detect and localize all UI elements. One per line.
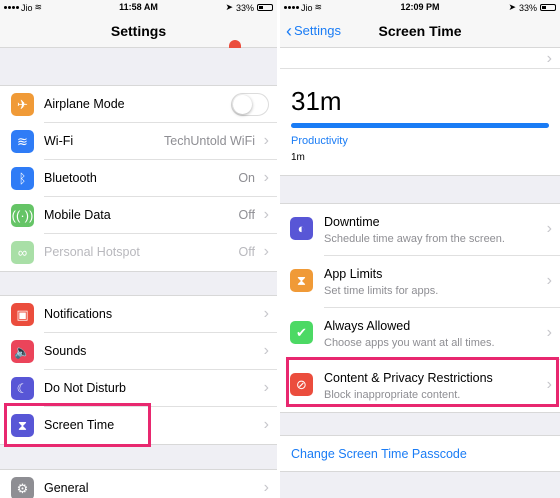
downtime-icon: ◐ xyxy=(290,217,313,240)
sidebar-item-general[interactable]: ⚙ General › xyxy=(0,470,277,498)
total-usage: 31m xyxy=(291,86,342,116)
status-bar: Jio ≋ 12:09 PM ➤ 33% xyxy=(280,0,560,14)
bluetooth-value: On xyxy=(238,171,255,185)
list-item-app-limits[interactable]: ⧗ App Limits Set time limits for apps. › xyxy=(280,256,560,308)
chevron-right-icon: › xyxy=(263,305,269,322)
hotspot-icon: ∞ xyxy=(11,241,34,264)
battery-percent: 33% xyxy=(518,2,537,13)
chevron-right-icon: › xyxy=(263,206,269,223)
chevron-right-icon: › xyxy=(263,132,269,149)
screen-time-panel: Jio ≋ 12:09 PM ➤ 33% ‹ Settings Screen T… xyxy=(280,0,560,498)
list-item-always-allowed[interactable]: ✔ Always Allowed Choose apps you want at… xyxy=(280,308,560,360)
page-title: Settings xyxy=(110,23,167,39)
battery-icon xyxy=(257,4,273,11)
battery-icon xyxy=(540,4,556,11)
content-privacy-highlight xyxy=(286,357,559,407)
nav-bar: Settings xyxy=(0,14,277,48)
status-bar: Jio ≋ 11:58 AM ➤ 33% xyxy=(0,0,277,14)
gear-icon: ⚙ xyxy=(11,477,34,498)
sidebar-item-notifications[interactable]: ▣ Notifications › xyxy=(0,296,277,333)
notifications-icon: ▣ xyxy=(11,303,34,326)
sidebar-item-bluetooth[interactable]: ᛒ Bluetooth On › xyxy=(0,160,277,197)
chevron-right-icon: › xyxy=(263,243,269,260)
chevron-right-icon: › xyxy=(263,479,269,496)
chevron-right-icon: › xyxy=(546,272,552,289)
profile-badge-icon xyxy=(229,40,241,48)
battery-percent: 33% xyxy=(235,2,254,13)
connectivity-group: ✈ Airplane Mode ≋ Wi-Fi TechUntold WiFi … xyxy=(0,85,277,272)
hotspot-value: Off xyxy=(238,245,255,259)
change-passcode-link[interactable]: Change Screen Time Passcode xyxy=(291,447,467,461)
mobile-data-value: Off xyxy=(238,208,255,222)
sidebar-item-personal-hotspot[interactable]: ∞ Personal Hotspot Off › xyxy=(0,234,277,271)
list-item-downtime[interactable]: ◐ Downtime Schedule time away from the s… xyxy=(280,204,560,256)
category-time: 1m xyxy=(291,152,305,163)
nav-bar: ‹ Settings Screen Time xyxy=(280,14,560,48)
hourglass-icon: ⧗ xyxy=(290,269,313,292)
chevron-right-icon: › xyxy=(263,342,269,359)
wifi-value: TechUntold WiFi xyxy=(164,134,255,148)
usage-bar-fill xyxy=(291,123,549,128)
passcode-group: Change Screen Time Passcode xyxy=(280,435,560,472)
location-icon: ➤ xyxy=(225,2,233,12)
antenna-icon: ((·)) xyxy=(11,204,34,227)
chevron-right-icon: › xyxy=(546,50,552,67)
chevron-right-icon: › xyxy=(546,220,552,237)
category-label: Productivity xyxy=(291,135,348,147)
sidebar-item-airplane-mode[interactable]: ✈ Airplane Mode xyxy=(0,86,277,123)
usage-summary[interactable]: › 31m Productivity 1m xyxy=(280,48,560,176)
moon-icon: ☾ xyxy=(11,377,34,400)
speaker-icon: 🔈 xyxy=(11,340,34,363)
location-icon: ➤ xyxy=(508,2,516,12)
usage-bar-track xyxy=(291,123,549,128)
chevron-right-icon: › xyxy=(263,169,269,186)
bluetooth-icon: ᛒ xyxy=(11,167,34,190)
chevron-right-icon: › xyxy=(263,379,269,396)
wifi-icon: ≋ xyxy=(11,130,34,153)
screen-time-highlight xyxy=(4,403,151,447)
chevron-right-icon: › xyxy=(263,416,269,433)
airplane-mode-toggle[interactable] xyxy=(231,93,269,116)
chevron-right-icon: › xyxy=(546,324,552,341)
sidebar-item-sounds[interactable]: 🔈 Sounds › xyxy=(0,333,277,370)
sidebar-item-mobile-data[interactable]: ((·)) Mobile Data Off › xyxy=(0,197,277,234)
sidebar-item-wifi[interactable]: ≋ Wi-Fi TechUntold WiFi › xyxy=(0,123,277,160)
check-badge-icon: ✔ xyxy=(290,321,313,344)
general-group: ⚙ General › xyxy=(0,469,277,498)
sidebar-item-do-not-disturb[interactable]: ☾ Do Not Disturb › xyxy=(0,370,277,407)
page-title: Screen Time xyxy=(378,23,462,39)
settings-panel: Jio ≋ 11:58 AM ➤ 33% Settings ✈ Airplane… xyxy=(0,0,277,498)
airplane-icon: ✈ xyxy=(11,93,34,116)
